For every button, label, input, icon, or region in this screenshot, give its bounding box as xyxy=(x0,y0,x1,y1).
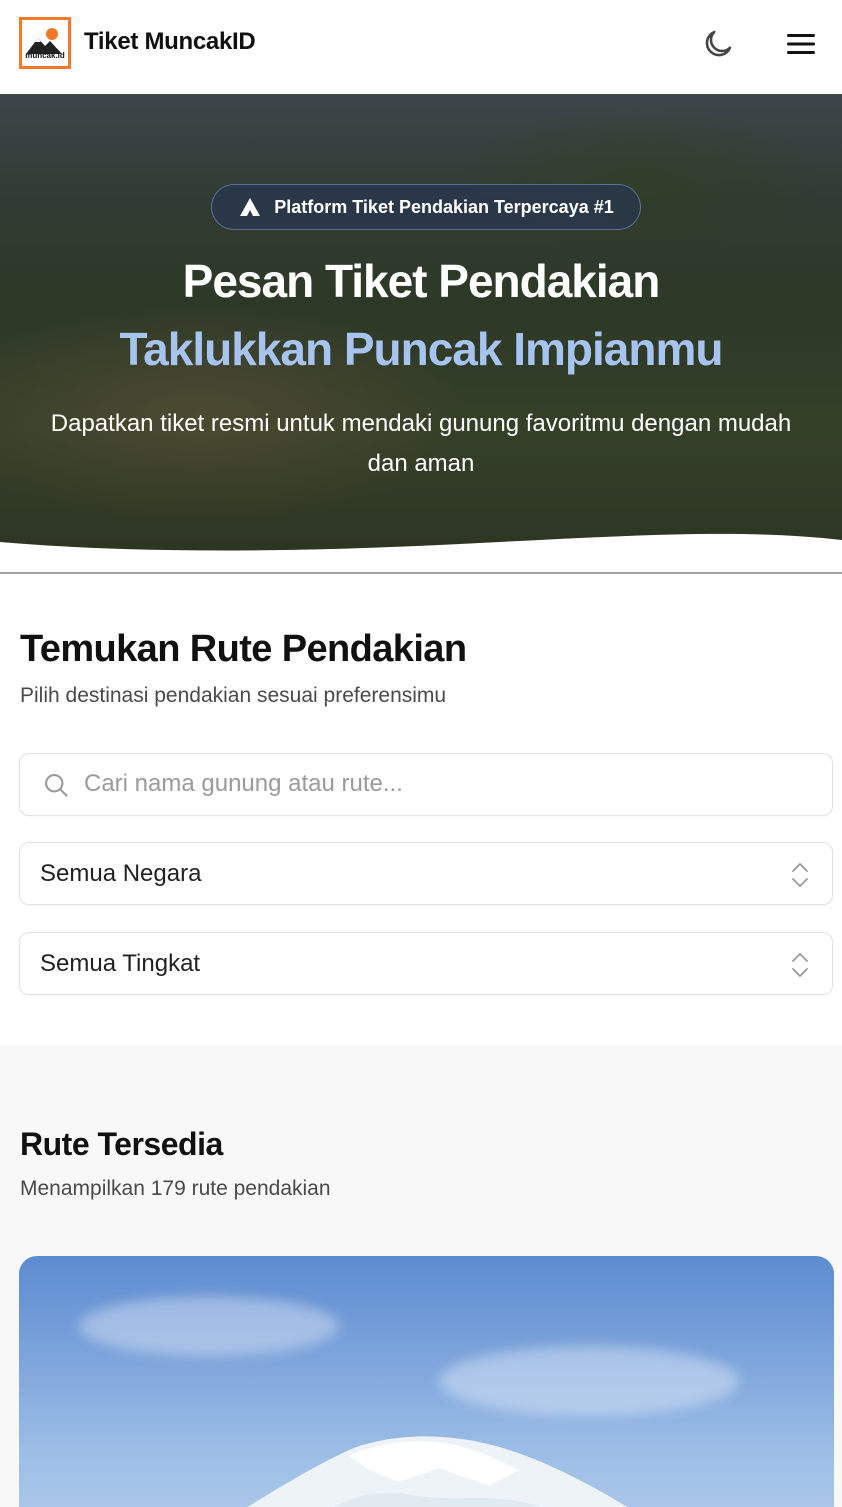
hero-subtitle: Dapatkan tiket resmi untuk mendaki gunun… xyxy=(50,410,792,477)
search-section-subtitle: Pilih destinasi pendakian sesuai prefere… xyxy=(20,684,447,707)
routes-title: Rute Tersedia xyxy=(20,1126,223,1162)
menu-button[interactable] xyxy=(781,24,821,64)
trust-badge: Platform Tiket Pendakian Terpercaya #1 xyxy=(211,184,641,230)
top-navbar: muncak.id Tiket MuncakID xyxy=(0,0,842,94)
search-section-title: Temukan Rute Pendakian xyxy=(20,628,467,670)
brand-name[interactable]: Tiket MuncakID xyxy=(84,28,256,56)
chevron-up-down-icon xyxy=(792,863,808,887)
route-card-image xyxy=(247,1436,628,1507)
logo-text: muncak.id xyxy=(25,51,65,60)
badge-text: Platform Tiket Pendakian Terpercaya #1 xyxy=(274,196,614,217)
search-input[interactable] xyxy=(84,754,804,814)
level-select-value: Semua Tingkat xyxy=(40,950,201,977)
search-field[interactable] xyxy=(19,753,833,816)
hamburger-menu-icon xyxy=(787,34,815,54)
hero-title: Pesan Tiket Pendakian xyxy=(182,255,661,307)
routes-count: Menampilkan 179 rute pendakian xyxy=(20,1177,331,1200)
hero-wave-divider xyxy=(0,533,842,574)
hero-title-highlight: Taklukkan Puncak Impianmu xyxy=(119,323,723,375)
mountain-peak-icon xyxy=(240,198,261,216)
route-card[interactable] xyxy=(19,1256,834,1507)
chevron-up-down-icon xyxy=(792,953,808,977)
muncak-logo[interactable]: muncak.id xyxy=(19,17,71,69)
search-icon xyxy=(45,774,68,797)
theme-toggle-button[interactable] xyxy=(698,24,738,64)
level-select[interactable]: Semua Tingkat xyxy=(19,932,833,995)
country-select[interactable]: Semua Negara xyxy=(19,842,833,905)
hero-banner: Platform Tiket Pendakian Terpercaya #1 P… xyxy=(0,94,842,574)
moon-icon xyxy=(705,30,732,57)
country-select-value: Semua Negara xyxy=(40,860,202,887)
